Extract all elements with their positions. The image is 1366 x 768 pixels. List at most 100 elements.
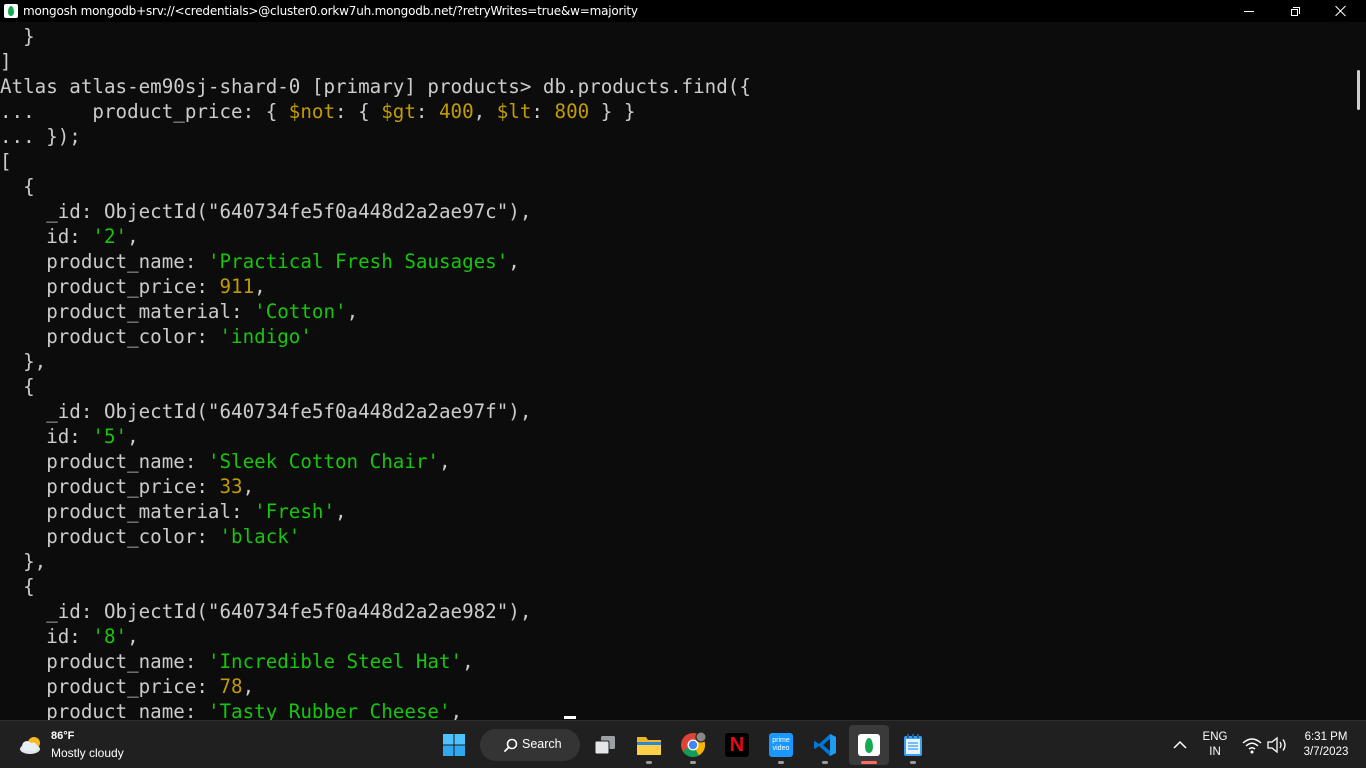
console-text: product_color:: [0, 325, 220, 348]
console-text: {: [0, 175, 35, 198]
taskbar-notepad[interactable]: [893, 725, 933, 765]
chrome-icon: [681, 732, 706, 758]
scrollbar-thumb[interactable]: [1357, 70, 1360, 110]
console-line: {: [0, 374, 1350, 399]
system-clock[interactable]: 6:31 PM 3/7/2023: [1292, 730, 1360, 760]
console-line: product_price: 33,: [0, 474, 1350, 499]
taskbar-netflix[interactable]: N: [717, 725, 757, 765]
console-text: 'indigo': [219, 325, 312, 348]
console-text: product_name:: [0, 250, 208, 273]
console-text: product_name:: [0, 700, 208, 720]
weather-widget[interactable]: 86°F Mostly cloudy: [14, 727, 164, 763]
console-text: ,: [508, 250, 520, 273]
console-line: product_name: 'Practical Fresh Sausages'…: [0, 249, 1350, 274]
netflix-icon: N: [725, 733, 749, 757]
console-line: product_color: 'indigo': [0, 324, 1350, 349]
console-text: 33: [219, 475, 243, 498]
taskbar-prime-video[interactable]: prime video: [761, 725, 801, 765]
console-text: ,: [438, 450, 451, 473]
console-text: $lt: [496, 100, 532, 123]
region-code: IN: [1209, 746, 1221, 758]
console-text: ,: [346, 300, 359, 323]
taskbar-file-explorer[interactable]: [629, 725, 669, 765]
console-text: 800: [554, 100, 590, 123]
console-text: product_price:: [0, 675, 220, 698]
taskbar-vscode[interactable]: [805, 725, 845, 765]
minimize-icon: [1244, 10, 1254, 12]
prime-video-icon: prime video: [769, 733, 793, 757]
console-text: 'Cotton': [254, 300, 347, 323]
console-line: {: [0, 174, 1350, 199]
search-label: Search: [522, 737, 562, 751]
restore-button[interactable]: [1272, 0, 1318, 22]
netflix-letter: N: [729, 733, 745, 756]
console-line: product_name: 'Sleek Cotton Chair',: [0, 449, 1350, 474]
mongodb-leaf-icon: [4, 4, 18, 18]
clock-date: 3/7/2023: [1303, 746, 1349, 758]
console-text: _id: ObjectId("640734fe5f0a448d2a2ae97f"…: [0, 400, 532, 423]
console-text: ]: [0, 50, 12, 73]
console-text: ,: [242, 475, 255, 498]
console-text: 'Fresh': [254, 500, 336, 523]
console-text: id:: [0, 625, 93, 648]
console-line: product_material: 'Cotton',: [0, 299, 1350, 324]
mongodb-icon: [858, 734, 880, 756]
console-text: ,: [242, 675, 255, 698]
console-text: product_name:: [0, 450, 208, 473]
console-text: $not: [288, 100, 336, 123]
console-line: _id: ObjectId("640734fe5f0a448d2a2ae97f"…: [0, 399, 1350, 424]
prime-label-top: prime: [772, 737, 790, 744]
console-line: id: '5',: [0, 424, 1350, 449]
console-text: id:: [0, 425, 93, 448]
vscode-icon: [814, 734, 836, 756]
volume-icon[interactable]: [1266, 736, 1288, 754]
input-language-indicator[interactable]: ENG IN: [1198, 730, 1232, 760]
start-button[interactable]: [434, 725, 474, 765]
notepad-icon: [904, 734, 922, 756]
prime-label-bottom: video: [772, 745, 790, 752]
vertical-scrollbar[interactable]: [1350, 22, 1366, 720]
cloudy-sun-icon: [20, 737, 40, 754]
taskbar-mongosh[interactable]: [849, 725, 889, 765]
console-text: id:: [0, 225, 93, 248]
console-text: },: [0, 350, 47, 373]
console-text: _id: ObjectId("640734fe5f0a448d2a2ae97c"…: [0, 200, 532, 223]
console-line: product_color: 'black': [0, 524, 1350, 549]
console-output[interactable]: }] Atlas atlas-em90sj-shard-0 [primary] p…: [0, 24, 1350, 720]
chevron-up-icon[interactable]: [1170, 735, 1190, 755]
console-text: product_price:: [0, 475, 220, 498]
console-line: product_name: 'Incredible Steel Hat',: [0, 649, 1350, 674]
taskbar-chrome[interactable]: [673, 725, 713, 765]
weather-description: Mostly cloudy: [51, 746, 124, 760]
restore-icon: [1290, 6, 1300, 16]
taskbar-search-button[interactable]: Search: [480, 729, 580, 761]
console-text: 'Sleek Cotton Chair': [207, 450, 439, 473]
console-text: 911: [219, 275, 255, 298]
text-cursor: [564, 716, 576, 719]
search-icon: [504, 738, 518, 752]
console-text: product_color:: [0, 525, 220, 548]
console-text: 'Incredible Steel Hat': [207, 650, 463, 673]
console-text: 'Tasty Rubber Cheese': [207, 700, 451, 720]
console-text: [: [0, 150, 12, 173]
console-line: product_price: 78,: [0, 674, 1350, 699]
title-bar[interactable]: mongosh mongodb+srv://<credentials>@clus…: [0, 0, 1366, 22]
minimize-button[interactable]: [1226, 0, 1272, 22]
console-text: product_material:: [0, 300, 255, 323]
console-text: {: [0, 375, 35, 398]
console-text: $gt: [381, 100, 416, 123]
close-button[interactable]: [1318, 0, 1364, 22]
console-line: {: [0, 574, 1350, 599]
weather-temperature: 86°F: [51, 730, 75, 742]
console-line: _id: ObjectId("640734fe5f0a448d2a2ae982"…: [0, 599, 1350, 624]
terminal-window[interactable]: mongosh mongodb+srv://<credentials>@clus…: [0, 0, 1366, 720]
console-line: },: [0, 349, 1350, 374]
console-text: ,: [127, 225, 139, 248]
task-view-button[interactable]: [585, 725, 625, 765]
console-text: } }: [589, 100, 636, 123]
console-text: ,: [127, 425, 139, 448]
wifi-icon[interactable]: [1242, 736, 1262, 754]
console-line: }: [0, 24, 1350, 49]
console-text: product_name:: [0, 650, 208, 673]
clock-time: 6:31 PM: [1304, 731, 1348, 743]
